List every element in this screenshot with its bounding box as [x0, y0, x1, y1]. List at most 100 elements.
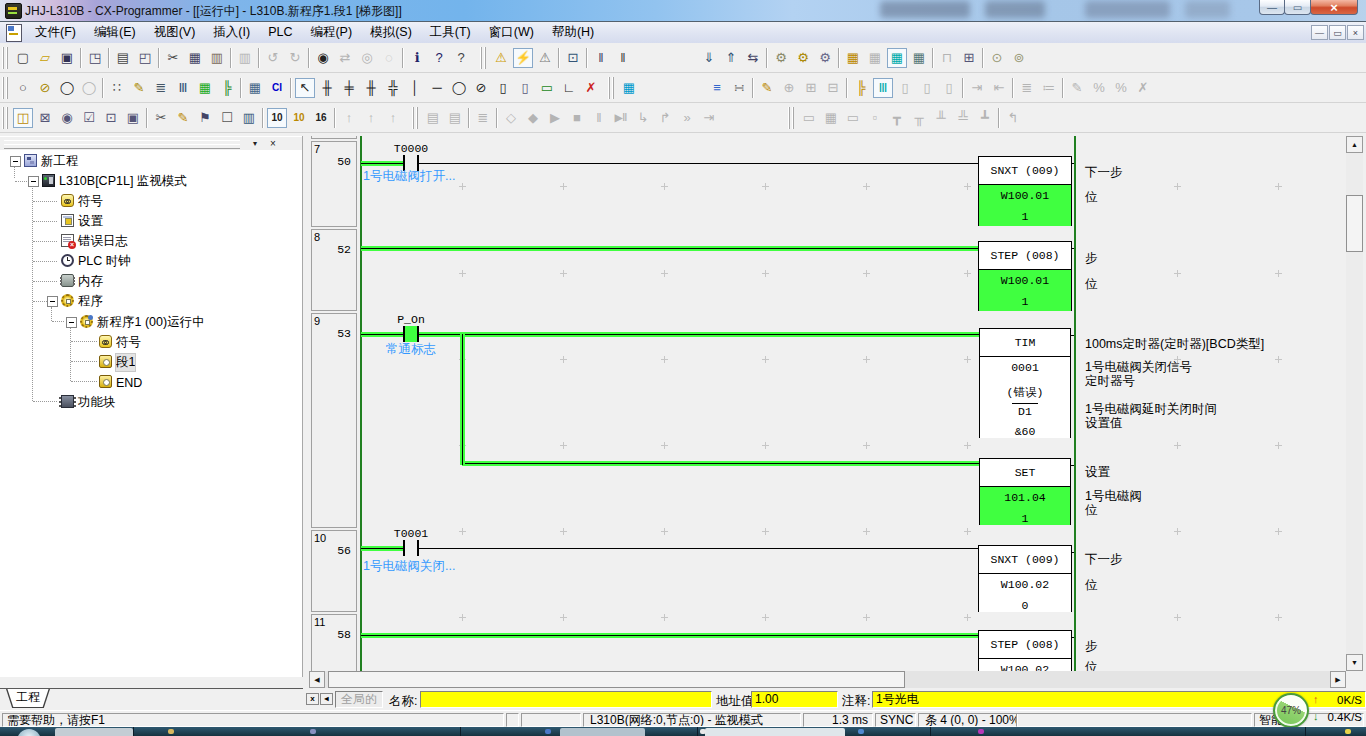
- taskbar-button[interactable]: [705, 728, 845, 736]
- section-list-icon[interactable]: ⚑: [195, 108, 215, 128]
- toggle-watch-window-icon[interactable]: ◉: [57, 108, 77, 128]
- pen1-icon[interactable]: ✎: [1067, 78, 1087, 98]
- mdi-restore-button[interactable]: ▭: [1329, 25, 1346, 40]
- taskbar-icon[interactable]: [700, 729, 706, 734]
- diff-g-icon[interactable]: ╨: [931, 108, 951, 128]
- unlock-icon[interactable]: ⊚: [1009, 48, 1029, 68]
- line-connect-icon[interactable]: ∟: [559, 78, 579, 98]
- pause-icon[interactable]: ‖: [589, 108, 609, 128]
- new-instruction-icon[interactable]: ▯: [493, 78, 513, 98]
- vertical-scroll-thumb[interactable]: [1346, 195, 1363, 252]
- monitor-decimal-icon[interactable]: 10: [267, 108, 287, 128]
- comment-edit-icon[interactable]: ✎: [129, 78, 149, 98]
- rung-margin[interactable]: 852: [311, 229, 357, 311]
- diff-b-icon[interactable]: ▦: [821, 108, 841, 128]
- minimize-button[interactable]: —: [1259, 0, 1285, 15]
- paste-special-icon[interactable]: ▥: [235, 48, 255, 68]
- grid-b-icon[interactable]: ▤: [445, 108, 465, 128]
- contact-bar[interactable]: [403, 326, 405, 342]
- list1-icon[interactable]: ≣: [1017, 78, 1037, 98]
- function-block-icon[interactable]: ▭: [537, 78, 557, 98]
- toolbar-grip[interactable]: [608, 77, 616, 99]
- taskbar-icon[interactable]: [168, 729, 174, 734]
- new-or-contact-icon[interactable]: ╫: [361, 78, 381, 98]
- diff-a-icon[interactable]: ▭: [799, 108, 819, 128]
- fast-forward-icon[interactable]: »: [677, 108, 697, 128]
- redo-icon[interactable]: ↻: [285, 48, 305, 68]
- box1-icon[interactable]: ▯: [895, 78, 915, 98]
- toolbar-grip[interactable]: [480, 47, 488, 69]
- step-in-icon[interactable]: ↳: [633, 108, 653, 128]
- symbol-window-icon[interactable]: ╠: [851, 78, 871, 98]
- menu-item-10[interactable]: 帮助(H): [543, 22, 603, 43]
- save-icon[interactable]: ▣: [57, 48, 77, 68]
- insert-col-icon[interactable]: ⊞: [801, 78, 821, 98]
- taskbar-icon[interactable]: [545, 729, 551, 734]
- new-contact-icon[interactable]: ╫: [317, 78, 337, 98]
- step-icon[interactable]: ▶‖: [611, 108, 631, 128]
- copy-icon[interactable]: ▦: [185, 48, 205, 68]
- tree-item[interactable]: 符号: [116, 334, 141, 351]
- diff-i-icon[interactable]: ┻: [975, 108, 995, 128]
- memory-view-icon[interactable]: ▦: [909, 48, 929, 68]
- panel-grip[interactable]: [4, 144, 240, 149]
- diff-h-icon[interactable]: ╩: [953, 108, 973, 128]
- compile-icon[interactable]: ⚠: [491, 48, 511, 68]
- menu-item-6[interactable]: 编程(P): [301, 22, 361, 43]
- ci-view-icon[interactable]: CI: [267, 78, 287, 98]
- taskbar-icon[interactable]: [1345, 729, 1351, 734]
- new-or-closed-contact-icon[interactable]: ╬: [383, 78, 403, 98]
- cut-icon[interactable]: ✂: [163, 48, 183, 68]
- pause-flag-icon[interactable]: ◇: [501, 108, 521, 128]
- address-ref-icon[interactable]: ≡: [707, 78, 727, 98]
- rung-margin[interactable]: 750: [311, 141, 357, 227]
- menu-item-9[interactable]: 窗口(W): [480, 22, 543, 43]
- pause-flag2-icon[interactable]: ◆: [523, 108, 543, 128]
- page-setup-icon[interactable]: ◳: [85, 48, 105, 68]
- contact-bar[interactable]: [417, 326, 419, 342]
- notes-icon[interactable]: ≣: [473, 108, 493, 128]
- run-icon[interactable]: ▶: [545, 108, 565, 128]
- mdi-document-icon[interactable]: [6, 24, 22, 42]
- monitor-window-icon[interactable]: ⊡: [563, 48, 583, 68]
- tree-expand-toggle[interactable]: [10, 156, 21, 167]
- taskbar-button[interactable]: [55, 728, 133, 736]
- tree-item[interactable]: 功能块: [78, 394, 116, 411]
- tree-item[interactable]: PLC 时钟: [78, 253, 131, 270]
- stop-icon[interactable]: ■: [567, 108, 587, 128]
- tree-item[interactable]: L310B[CP1L] 监视模式: [59, 173, 187, 190]
- menu-item-7[interactable]: 模拟(S): [361, 22, 421, 43]
- upload2-icon[interactable]: ↑: [361, 108, 381, 128]
- tree-item[interactable]: 新程序1 (00)运行中: [97, 314, 205, 331]
- new-instruction2-icon[interactable]: ▯: [515, 78, 535, 98]
- tree-item[interactable]: END: [116, 374, 142, 391]
- app-icon[interactable]: [5, 3, 22, 19]
- diff-c-icon[interactable]: ▭: [843, 108, 863, 128]
- paste-icon[interactable]: ▥: [207, 48, 227, 68]
- find-icon[interactable]: ◉: [313, 48, 333, 68]
- delete-row-icon[interactable]: ⊟: [823, 78, 843, 98]
- tree-item[interactable]: 段1: [116, 354, 135, 371]
- box3-icon[interactable]: ▯: [939, 78, 959, 98]
- toggle-output-window-icon[interactable]: ⊠: [35, 108, 55, 128]
- tree-item[interactable]: 符号: [78, 193, 103, 210]
- symbol-tree-icon[interactable]: ╠: [217, 78, 237, 98]
- delete-line-icon[interactable]: ✗: [581, 78, 601, 98]
- contact-bar[interactable]: [403, 540, 405, 556]
- indent-icon[interactable]: ⇥: [967, 78, 987, 98]
- zoom-select-icon[interactable]: ○: [13, 78, 33, 98]
- toolbar-grip[interactable]: [2, 47, 10, 69]
- horizontal-line-icon[interactable]: ─: [427, 78, 447, 98]
- rung-margin[interactable]: 1158: [311, 614, 357, 671]
- upload3-icon[interactable]: ↑: [383, 108, 403, 128]
- instruction-block[interactable]: TIM0001(错误)D1&60: [979, 328, 1071, 438]
- program-mode-icon[interactable]: ⚙: [815, 48, 835, 68]
- menu-item-3[interactable]: 视图(V): [145, 22, 205, 43]
- new-closed-coil-icon[interactable]: ⊘: [471, 78, 491, 98]
- undo-icon[interactable]: ↺: [263, 48, 283, 68]
- toolbar-grip[interactable]: [412, 107, 420, 129]
- new-file-icon[interactable]: ▢: [13, 48, 33, 68]
- compile-all-icon[interactable]: ⚠: [535, 48, 555, 68]
- zoom-out-tool-icon[interactable]: ⊘: [35, 78, 55, 98]
- vertical-scrollbar[interactable]: ▲ ▼: [1346, 136, 1363, 671]
